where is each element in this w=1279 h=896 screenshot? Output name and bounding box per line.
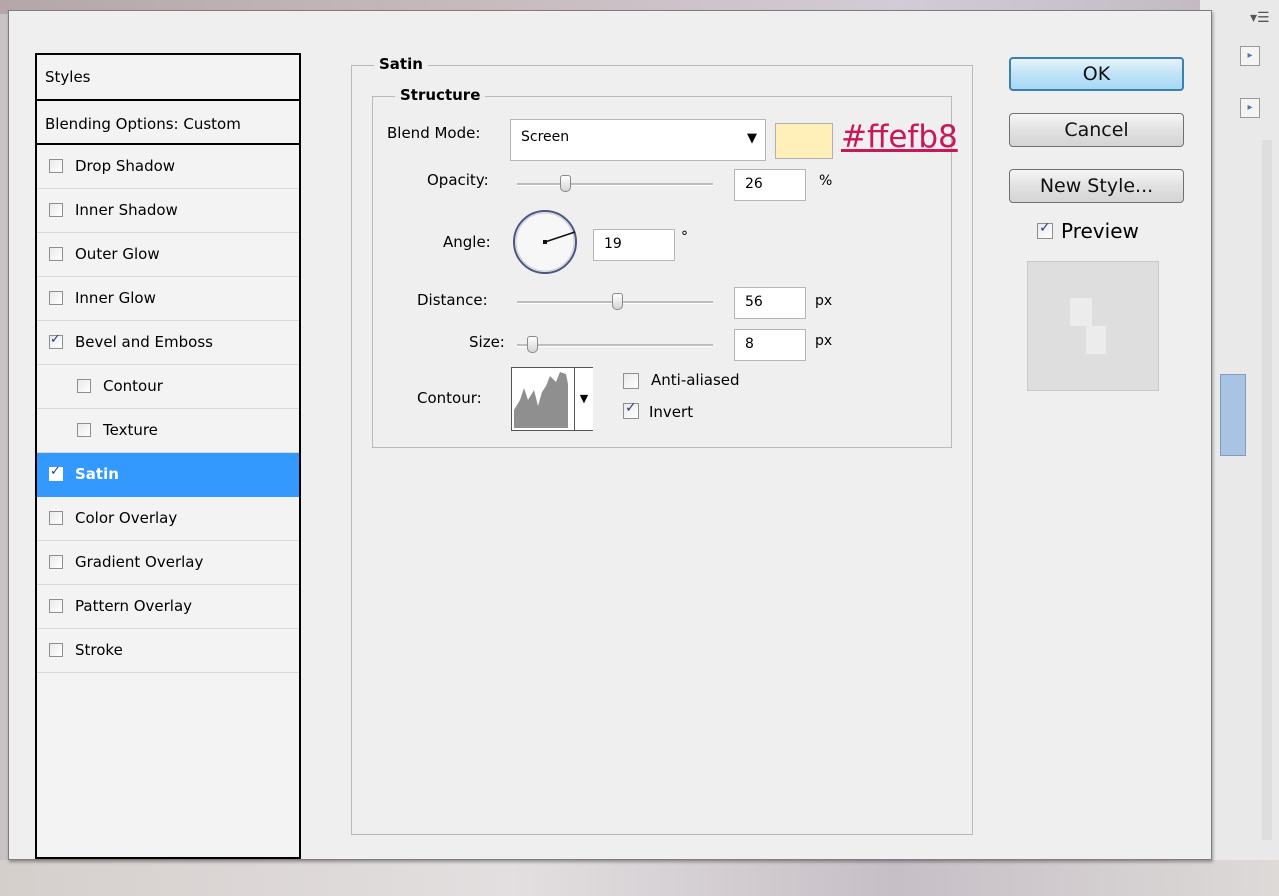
distance-input[interactable]: 56: [734, 287, 806, 319]
opacity-input[interactable]: 26: [734, 169, 806, 201]
effect-inner-glow[interactable]: Inner Glow: [37, 277, 299, 321]
effect-stroke[interactable]: Stroke: [37, 629, 299, 673]
scrollbar-track[interactable]: [1262, 140, 1272, 840]
chevron-down-icon: ▼: [747, 131, 757, 146]
checkbox-checked[interactable]: [49, 464, 63, 481]
checkbox[interactable]: [49, 511, 63, 525]
blending-options-item[interactable]: Blending Options: Custom: [37, 101, 299, 145]
checkbox[interactable]: [49, 159, 63, 173]
effect-label: Color Overlay: [75, 509, 178, 527]
effect-contour[interactable]: Contour: [37, 365, 299, 409]
effect-pattern-overlay[interactable]: Pattern Overlay: [37, 585, 299, 629]
invert-label: Invert: [649, 403, 694, 421]
chevron-down-icon[interactable]: ▼: [574, 368, 593, 430]
effect-label: Drop Shadow: [75, 157, 176, 175]
checkbox[interactable]: [49, 555, 63, 569]
preview-label: Preview: [1061, 219, 1139, 243]
effect-label: Contour: [103, 377, 163, 395]
distance-unit: px: [815, 293, 833, 309]
effect-inner-shadow[interactable]: Inner Shadow: [37, 189, 299, 233]
satin-color-swatch[interactable]: [775, 123, 833, 159]
contour-picker[interactable]: ▼: [511, 367, 593, 431]
effect-gradient-overlay[interactable]: Gradient Overlay: [37, 541, 299, 585]
panel-expand-icon[interactable]: ▸: [1240, 46, 1260, 66]
effect-label: Texture: [103, 421, 158, 439]
checkbox[interactable]: [49, 203, 63, 217]
effect-label: Outer Glow: [75, 245, 160, 263]
styles-header[interactable]: Styles: [37, 55, 299, 101]
angle-dial[interactable]: [511, 208, 579, 276]
checkmark-icon: ✓: [625, 400, 637, 416]
satin-title: Satin: [374, 55, 428, 73]
effect-label: Inner Glow: [75, 289, 156, 307]
blend-mode-select[interactable]: Screen ▼: [510, 119, 766, 161]
angle-unit: °: [681, 229, 688, 245]
distance-label: Distance:: [417, 291, 488, 309]
effect-label: Inner Shadow: [75, 201, 178, 219]
opacity-label: Opacity:: [427, 171, 489, 189]
layer-style-dialog: Styles Blending Options: Custom Drop Sha…: [8, 10, 1212, 860]
size-slider-track[interactable]: [517, 344, 713, 347]
preview-shape-icon: [1070, 298, 1106, 354]
distance-slider-thumb[interactable]: [612, 293, 623, 310]
effect-outer-glow[interactable]: Outer Glow: [37, 233, 299, 277]
opacity-slider-track[interactable]: [517, 183, 713, 186]
structure-title: Structure: [395, 86, 486, 104]
ok-button[interactable]: OK: [1009, 57, 1184, 91]
background-canvas-strip: [0, 860, 1279, 896]
blend-mode-label: Blend Mode:: [387, 124, 481, 142]
styles-list: Styles Blending Options: Custom Drop Sha…: [35, 53, 301, 859]
effect-label: Pattern Overlay: [75, 597, 193, 615]
opacity-unit: %: [819, 173, 833, 189]
panel-menu-icon[interactable]: ▾☰: [1250, 10, 1272, 32]
angle-input[interactable]: 19: [593, 229, 675, 261]
cancel-button[interactable]: Cancel: [1009, 113, 1184, 147]
size-input[interactable]: 8: [734, 329, 806, 361]
panel-expand-icon[interactable]: ▸: [1240, 98, 1260, 118]
effect-drop-shadow[interactable]: Drop Shadow: [37, 145, 299, 189]
checkbox[interactable]: [49, 599, 63, 613]
effect-label: Stroke: [75, 641, 123, 659]
checkbox-checked[interactable]: [49, 332, 63, 349]
checkbox[interactable]: [49, 291, 63, 305]
color-hex-annotation: #ffefb8: [841, 119, 958, 155]
checkbox[interactable]: [49, 247, 63, 261]
size-label: Size:: [469, 333, 505, 351]
checkbox[interactable]: [77, 379, 91, 393]
effect-bevel-and-emboss[interactable]: Bevel and Emboss: [37, 321, 299, 365]
new-style-button[interactable]: New Style...: [1009, 169, 1184, 203]
checkbox[interactable]: [49, 643, 63, 657]
size-slider-thumb[interactable]: [527, 336, 538, 353]
contour-curve-icon: [514, 372, 568, 428]
effect-color-overlay[interactable]: Color Overlay: [37, 497, 299, 541]
effect-label: Gradient Overlay: [75, 553, 204, 571]
angle-label: Angle:: [443, 233, 491, 251]
effect-label: Bevel and Emboss: [75, 333, 213, 351]
style-preview-thumbnail: [1027, 261, 1159, 391]
effect-texture[interactable]: Texture: [37, 409, 299, 453]
opacity-slider-thumb[interactable]: [560, 175, 571, 192]
checkbox[interactable]: [77, 423, 91, 437]
preview-checkbox[interactable]: ✓: [1037, 220, 1053, 239]
anti-aliased-checkbox[interactable]: [623, 373, 639, 389]
effect-label: Satin: [75, 465, 119, 483]
contour-label: Contour:: [417, 389, 482, 407]
anti-aliased-label: Anti-aliased: [651, 371, 740, 389]
scrollbar-thumb[interactable]: [1220, 374, 1246, 456]
invert-checkbox[interactable]: ✓: [623, 400, 639, 419]
blend-mode-value: Screen: [521, 129, 570, 145]
effect-satin[interactable]: Satin: [37, 453, 299, 497]
checkmark-icon: ✓: [1039, 220, 1051, 236]
size-unit: px: [815, 333, 833, 349]
